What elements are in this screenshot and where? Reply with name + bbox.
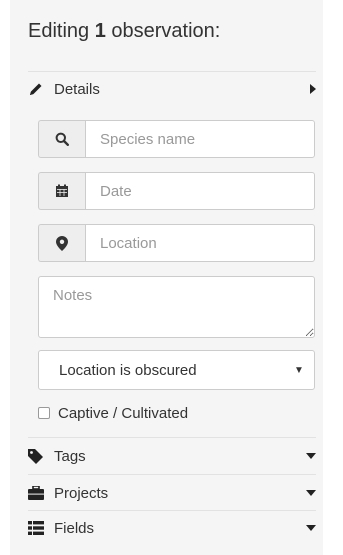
- briefcase-icon: [28, 486, 50, 500]
- caret-down-icon: [302, 525, 316, 531]
- geoprivacy-select[interactable]: Location is obscured ▼: [38, 350, 315, 390]
- fields-toggle[interactable]: Fields: [28, 516, 316, 540]
- tags-toggle[interactable]: Tags: [28, 444, 316, 468]
- date-input-group: [38, 172, 315, 210]
- tags-label: Tags: [54, 447, 86, 465]
- fields-label: Fields: [54, 519, 95, 537]
- details-toggle[interactable]: Details: [28, 77, 316, 101]
- panel-title: Editing 1 observation:: [28, 20, 220, 43]
- projects-label: Projects: [54, 484, 109, 502]
- geoprivacy-selected-value: Location is obscured: [59, 361, 197, 379]
- projects-toggle[interactable]: Projects: [28, 481, 316, 505]
- species-name-input[interactable]: [85, 120, 315, 158]
- divider: [28, 71, 316, 72]
- captive-label: Captive / Cultivated: [58, 404, 189, 422]
- location-input[interactable]: [85, 224, 315, 262]
- notes-textarea[interactable]: [38, 276, 315, 338]
- captive-checkbox[interactable]: [38, 407, 50, 419]
- divider: [28, 437, 316, 438]
- species-input-group: [38, 120, 315, 158]
- date-input[interactable]: [85, 172, 315, 210]
- list-icon: [28, 521, 50, 535]
- details-label: Details: [54, 80, 100, 98]
- pencil-icon: [28, 81, 50, 97]
- caret-down-icon: [302, 490, 316, 496]
- search-icon: [38, 120, 85, 158]
- captive-option: Captive / Cultivated: [38, 402, 188, 424]
- edit-sidebar-panel: Editing 1 observation: Details Species n…: [10, 0, 323, 555]
- title-count: 1: [94, 20, 106, 42]
- divider: [28, 474, 316, 475]
- title-prefix: Editing: [28, 20, 90, 42]
- caret-right-icon: [302, 84, 316, 94]
- calendar-icon: [38, 172, 85, 210]
- tag-icon: [28, 448, 50, 464]
- caret-down-icon: [302, 453, 316, 459]
- map-marker-icon: [38, 224, 85, 262]
- location-input-group: [38, 224, 315, 262]
- title-suffix: observation:: [111, 20, 221, 42]
- caret-down-icon: ▼: [294, 364, 304, 376]
- divider: [28, 510, 316, 511]
